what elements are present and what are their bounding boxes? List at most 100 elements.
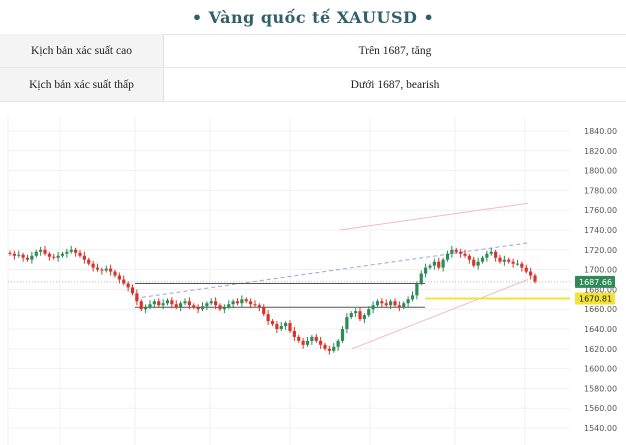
- scenario-value: Dưới 1687, bearish: [163, 67, 626, 102]
- candle-body: [397, 305, 401, 308]
- candle-body: [441, 259, 445, 268]
- candle-body: [52, 256, 56, 258]
- candle-body: [332, 346, 336, 351]
- candle-body: [415, 283, 419, 296]
- candle-body: [476, 261, 480, 266]
- scenario-table: Kịch bản xác suất cao Trên 1687, tăng Kị…: [0, 34, 626, 102]
- candle-body: [205, 303, 209, 307]
- candle-body: [214, 301, 218, 306]
- y-tick-label: 1740.00: [584, 226, 617, 235]
- candle-body: [292, 330, 296, 337]
- price-tag-label: 1670.81: [579, 294, 612, 303]
- candle-body: [371, 305, 375, 310]
- y-tick-label: 1600.00: [584, 365, 617, 374]
- candle-body: [144, 307, 148, 310]
- candle-body: [279, 326, 283, 329]
- candle-body: [402, 303, 406, 308]
- candle-body: [489, 251, 493, 254]
- candle-body: [389, 301, 393, 306]
- candle-body: [249, 301, 253, 305]
- y-tick-label: 1840.00: [584, 127, 617, 136]
- candle-body: [323, 344, 327, 349]
- candle-body: [148, 304, 152, 308]
- candle-body: [130, 287, 135, 294]
- candle-body: [69, 249, 73, 252]
- candle-body: [529, 271, 533, 276]
- table-row: Kịch bản xác suất cao Trên 1687, tăng: [0, 34, 626, 68]
- candle-body: [82, 255, 86, 260]
- candle-body: [21, 254, 25, 258]
- candle-body: [393, 301, 397, 306]
- candle-body: [183, 301, 187, 304]
- candle-body: [196, 307, 200, 310]
- candle-body: [437, 261, 441, 268]
- candle-body: [515, 263, 520, 265]
- candle-body: [520, 263, 524, 268]
- candle-body: [109, 268, 113, 272]
- candle-body: [117, 275, 121, 280]
- candle-body: [187, 301, 191, 306]
- scenario-label: Kịch bản xác suất thấp: [0, 67, 164, 102]
- candle-body: [533, 275, 537, 282]
- candle-body: [43, 249, 47, 254]
- candle-body: [480, 257, 485, 262]
- candle-body: [275, 324, 279, 329]
- candle-body: [39, 249, 43, 252]
- y-tick-label: 1700.00: [584, 266, 617, 275]
- candle-body: [450, 249, 454, 254]
- candle-body: [498, 257, 502, 262]
- candle-body: [170, 300, 174, 305]
- candle-body: [209, 301, 213, 304]
- y-tick-label: 1780.00: [584, 186, 617, 195]
- candle-body: [135, 293, 139, 302]
- candle-body: [511, 261, 515, 264]
- candle-body: [358, 311, 362, 320]
- y-tick-label: 1800.00: [584, 167, 617, 176]
- candle-body: [266, 314, 270, 322]
- y-tick-label: 1660.00: [584, 305, 617, 314]
- candle-body: [375, 301, 380, 306]
- candle-body: [354, 311, 358, 314]
- candle-body: [288, 323, 292, 331]
- candle-body: [445, 253, 450, 260]
- candle-body: [502, 259, 506, 262]
- candle-body: [297, 336, 301, 341]
- candle-body: [494, 251, 498, 258]
- candle-body: [349, 313, 353, 318]
- candle-body: [104, 268, 108, 271]
- candle-body: [380, 301, 384, 304]
- candle-body: [192, 305, 196, 308]
- y-tick-label: 1820.00: [584, 147, 617, 156]
- candle-body: [327, 348, 331, 351]
- candle-body: [472, 259, 476, 266]
- candle-body: [78, 252, 82, 256]
- candle-body: [319, 340, 323, 345]
- candle-body: [362, 315, 366, 320]
- candle-body: [56, 255, 60, 258]
- candle-body: [222, 307, 226, 310]
- candle-body: [262, 307, 266, 315]
- y-tick-label: 1640.00: [584, 325, 617, 334]
- candle-body: [65, 251, 69, 254]
- candle-body: [218, 305, 222, 310]
- candle-body: [152, 301, 156, 305]
- candle-body: [345, 317, 349, 329]
- price-chart[interactable]: 1840.00 1820.00 1800.00 1780.00 1760.00 1740.…: [0, 111, 626, 445]
- candle-body: [231, 301, 235, 305]
- candle-body: [139, 301, 143, 310]
- table-row: Kịch bản xác suất thấp Dưới 1687, bearis…: [0, 67, 626, 102]
- candle-body: [340, 329, 345, 341]
- candle-body: [161, 303, 165, 306]
- scenario-value: Trên 1687, tăng: [163, 34, 626, 68]
- candle-body: [284, 323, 288, 327]
- y-tick-label: 1580.00: [584, 384, 617, 393]
- price-tag-label: 1687.66: [579, 278, 612, 287]
- candle-body: [406, 299, 410, 304]
- candle-body: [12, 253, 16, 256]
- candle-body: [157, 301, 161, 306]
- candle-body: [100, 269, 104, 271]
- candle-body: [314, 336, 318, 341]
- title-bar: • Vàng quốc tế XAUUSD •: [0, 0, 626, 35]
- candle-body: [428, 265, 432, 268]
- candle-body: [524, 267, 528, 272]
